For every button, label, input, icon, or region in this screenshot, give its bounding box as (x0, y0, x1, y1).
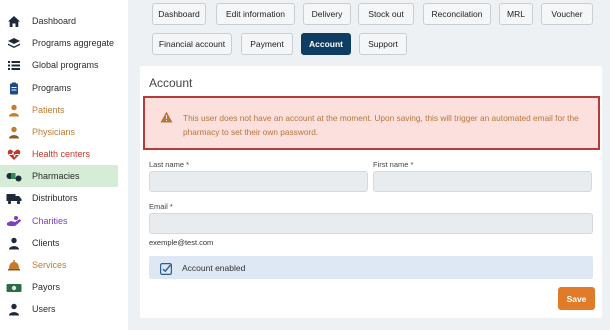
users-icon (6, 302, 22, 316)
first-name-label: First name * (373, 160, 414, 169)
tab-delivery[interactable]: Delivery (303, 3, 351, 25)
sidebar-item-users[interactable]: Users (0, 298, 118, 320)
sidebar-item-label: Distributors (32, 193, 78, 203)
sidebar-item-dashboard[interactable]: Dashboard (0, 10, 118, 32)
sidebar-item-services[interactable]: Services (0, 254, 118, 276)
user-icon (6, 236, 22, 250)
sidebar-item-health-centers[interactable]: Health centers (0, 143, 118, 165)
patient-icon (6, 103, 22, 117)
sidebar-item-programs[interactable]: Programs (0, 77, 118, 99)
layers-icon (6, 36, 22, 50)
list-icon (6, 58, 22, 72)
sidebar-item-label: Programs (32, 83, 72, 93)
pills-icon (6, 169, 22, 183)
sidebar-item-label: Health centers (32, 149, 91, 159)
clipboard-icon (6, 81, 22, 95)
checkbox-checked-icon[interactable] (160, 262, 173, 276)
money-icon (6, 280, 22, 294)
sidebar-item-label: Payors (32, 282, 61, 292)
email-input[interactable] (149, 213, 593, 234)
sidebar-item-programs-aggregate[interactable]: Programs aggregate (0, 32, 118, 54)
sidebar-item-label: Clients (32, 238, 60, 248)
sidebar: Dashboard Programs aggregate Global prog… (0, 0, 128, 330)
save-button[interactable]: Save (558, 287, 595, 310)
page-title: Account (149, 76, 193, 90)
tab-mrl[interactable]: MRL (499, 3, 533, 25)
last-name-label: Last name * (149, 160, 190, 169)
tab-financial-account[interactable]: Financial account (152, 33, 232, 55)
sidebar-item-label: Charities (32, 216, 68, 226)
heart-pulse-icon (6, 147, 22, 161)
account-warning-alert: This user does not have an account at th… (143, 96, 600, 150)
sidebar-item-label: Users (32, 304, 56, 314)
first-name-input[interactable] (373, 171, 592, 192)
home-icon (6, 14, 22, 28)
sidebar-item-clients[interactable]: Clients (0, 232, 118, 254)
account-enabled-toggle[interactable]: Account enabled (149, 256, 593, 279)
email-label: Email * (149, 202, 173, 211)
sidebar-item-patients[interactable]: Patients (0, 99, 118, 121)
sidebar-item-pharmacies[interactable]: Pharmacies (0, 165, 118, 187)
tab-payment[interactable]: Payment (241, 33, 293, 55)
last-name-input[interactable] (149, 171, 368, 192)
sidebar-item-label: Pharmacies (32, 171, 80, 181)
warning-icon (160, 110, 173, 123)
bell-icon (6, 258, 22, 272)
tab-voucher[interactable]: Voucher (541, 3, 593, 25)
sidebar-item-payors[interactable]: Payors (0, 276, 118, 298)
sidebar-item-distributors[interactable]: Distributors (0, 187, 118, 209)
alert-message: This user does not have an account at th… (183, 113, 579, 137)
account-enabled-label: Account enabled (182, 263, 246, 273)
sidebar-item-label: Global programs (32, 60, 99, 70)
sidebar-item-charities[interactable]: Charities (0, 210, 118, 232)
tab-support[interactable]: Support (359, 33, 407, 55)
tab-edit-information[interactable]: Edit information (216, 3, 295, 25)
sidebar-item-physicians[interactable]: Physicians (0, 121, 118, 143)
tab-dashboard[interactable]: Dashboard (152, 3, 206, 25)
sidebar-item-global-programs[interactable]: Global programs (0, 54, 118, 76)
tab-account[interactable]: Account (301, 33, 351, 55)
tab-stock-out[interactable]: Stock out (358, 3, 414, 25)
truck-icon (6, 191, 22, 205)
account-card: Account This user does not have an accou… (140, 66, 602, 318)
sidebar-item-label: Physicians (32, 127, 76, 137)
tab-reconciliation[interactable]: Reconcilation (423, 3, 491, 25)
physician-icon (6, 125, 22, 139)
sidebar-item-label: Programs aggregate (32, 38, 115, 48)
sidebar-item-label: Dashboard (32, 16, 77, 26)
sidebar-item-label: Patients (32, 105, 65, 115)
email-hint: exemple@test.com (149, 238, 214, 247)
sidebar-item-label: Services (32, 260, 67, 270)
charity-hand-icon (6, 214, 22, 228)
